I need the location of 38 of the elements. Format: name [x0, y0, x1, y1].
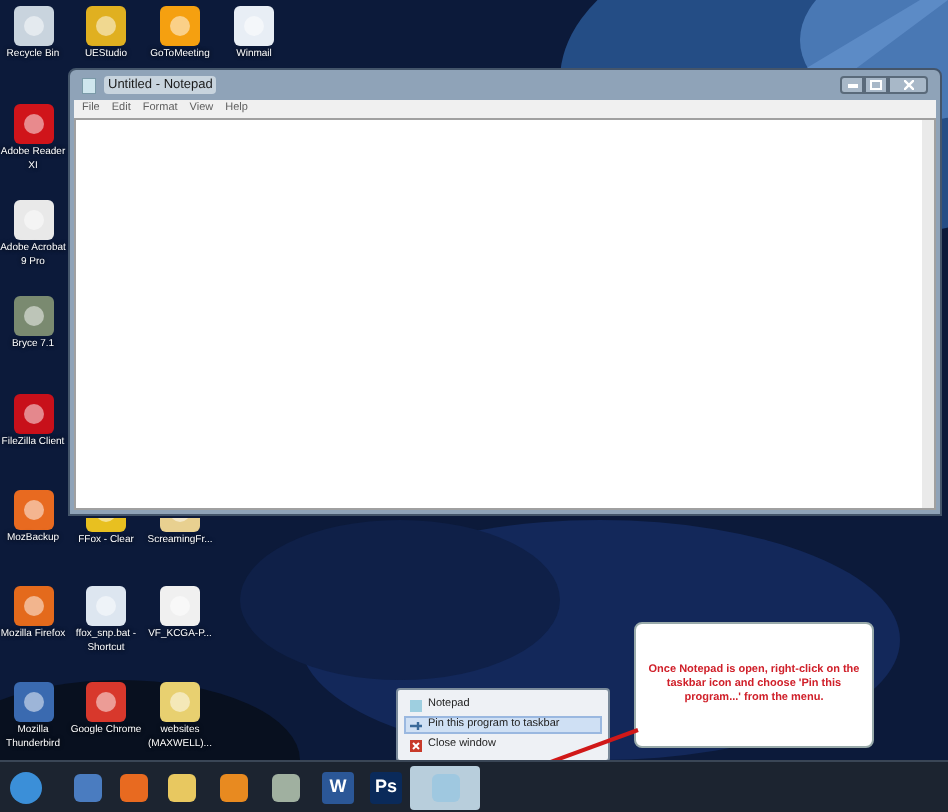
- shortcut-icon: [158, 584, 202, 628]
- shortcut-icon: [11, 198, 55, 242]
- close-icon: [903, 80, 913, 90]
- shortcut-icon: [158, 680, 202, 724]
- shortcut-icon: [11, 4, 55, 48]
- notepad-icon: [410, 699, 422, 711]
- close-button[interactable]: [888, 76, 928, 94]
- shortcut-icon: [11, 392, 55, 436]
- shortcut-icon: [232, 4, 276, 48]
- shortcut-icon: [84, 4, 128, 48]
- taskbar-button[interactable]: W: [316, 766, 360, 810]
- shortcut-icon: [11, 584, 55, 628]
- app-icon: [118, 772, 150, 804]
- shortcut-icon: [84, 680, 128, 724]
- minimize-icon: [847, 83, 857, 87]
- app-icon: [270, 772, 302, 804]
- notepad-icon: [82, 77, 96, 93]
- app-icon: [72, 772, 104, 804]
- app-icon: [166, 772, 198, 804]
- app-icon: [218, 772, 250, 804]
- taskbar-button[interactable]: Ps: [364, 766, 408, 810]
- shortcut-icon: [11, 294, 55, 338]
- start-orb-icon: [10, 772, 42, 804]
- maximize-icon: [870, 80, 882, 90]
- shortcut-icon: [158, 518, 202, 534]
- shortcut-icon: [158, 4, 202, 48]
- shortcut-icon: [11, 102, 55, 146]
- start-button[interactable]: [4, 766, 48, 810]
- shortcut-icon: [84, 584, 128, 628]
- scrollbar[interactable]: [922, 120, 934, 508]
- shortcut-icon: [11, 680, 55, 724]
- app-icon: [429, 772, 461, 804]
- minimize-button[interactable]: [840, 76, 864, 94]
- shortcut-icon: [84, 518, 128, 534]
- shortcut-icon: [11, 488, 55, 532]
- close-icon: [410, 739, 422, 751]
- maximize-button[interactable]: [864, 76, 888, 94]
- pin-icon: [410, 719, 422, 731]
